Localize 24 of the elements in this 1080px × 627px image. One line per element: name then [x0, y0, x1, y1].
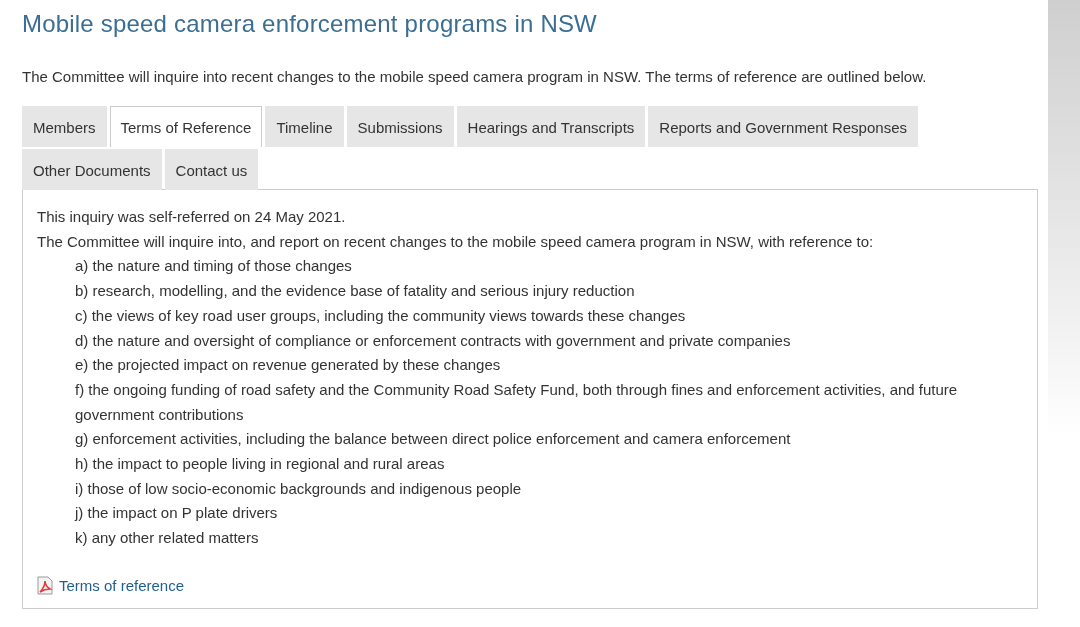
list-item: j) the impact on P plate drivers: [73, 503, 279, 524]
page-title: Mobile speed camera enforcement programs in NSW: [22, 10, 598, 38]
list-item: i) those of low socio-economic backgrounds and indigenous people: [74, 478, 523, 499]
list-item: g) enforcement activities, including the balance between direct police enforcement and camera enforcement: [74, 429, 792, 450]
tab[interactable]: Terms of Reference: [109, 106, 263, 147]
intro-text: The Committee will inquire into recent changes to the mobile speed camera program in NSW. The terms of reference are outlined below.: [22, 68, 928, 85]
pdf-icon: [37, 575, 53, 595]
tab[interactable]: Submissions: [346, 106, 454, 147]
tab[interactable]: Timeline: [265, 106, 344, 147]
list-item: k) any other related matters: [74, 528, 260, 549]
tab[interactable]: Hearings and Transcripts: [456, 106, 646, 147]
list-item: a) the nature and timing of those changes: [74, 256, 353, 277]
list-item: e) the projected impact on revenue generated by these changes: [74, 355, 502, 376]
list-item: h) the impact to people living in regional and rural areas: [74, 454, 446, 475]
list-item: d) the nature and oversight of compliance or enforcement contracts with government and private companies: [74, 330, 792, 351]
tab[interactable]: Contact us: [164, 149, 259, 190]
paragraph: The Committee will inquire into, and report on recent changes to the mobile speed camera program in NSW, with reference to:: [37, 231, 875, 252]
tab[interactable]: Other Documents: [22, 149, 162, 190]
list-item: b) research, modelling, and the evidence base of fatality and serious injury reduction: [74, 281, 636, 302]
tab[interactable]: Reports and Government Responses: [648, 106, 918, 147]
terms-of-reference-link[interactable]: Terms of reference: [59, 576, 185, 594]
paragraph: This inquiry was self-referred on 24 May 2021.: [37, 207, 347, 227]
list-item: c) the views of key road user groups, including the community views towards these changes: [74, 305, 687, 326]
tab[interactable]: Members: [22, 106, 107, 147]
